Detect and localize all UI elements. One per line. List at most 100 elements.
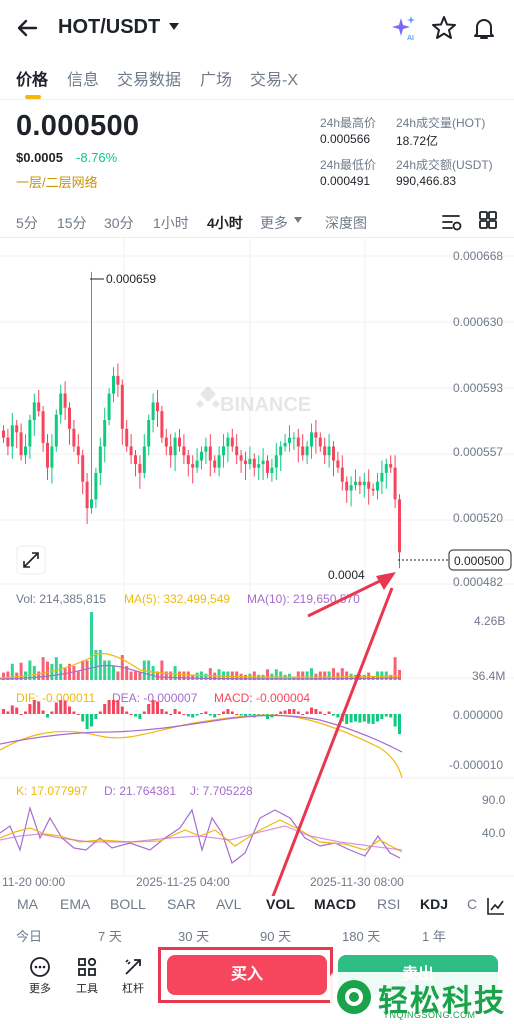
tab-trade-x[interactable]: 交易-X xyxy=(250,66,298,90)
range-1y[interactable]: 1 年 xyxy=(422,926,446,945)
ind-c[interactable]: C xyxy=(467,896,477,912)
interval-bar: 5分 15分 30分 1小时 4小时 更多 深度图 xyxy=(0,206,514,238)
macd-bar xyxy=(248,714,252,715)
interval-15m[interactable]: 15分 xyxy=(57,213,87,233)
ind-ma[interactable]: MA xyxy=(17,896,38,912)
volume-bar xyxy=(186,671,190,680)
indicator-edit-icon[interactable] xyxy=(486,896,506,916)
candle-body xyxy=(376,481,379,491)
depth-chart-tab[interactable]: 深度图 xyxy=(325,213,367,233)
candle-body xyxy=(318,437,322,447)
macd-bar xyxy=(384,714,388,717)
macd-bar xyxy=(85,714,89,729)
interval-4h[interactable]: 4小时 xyxy=(207,213,243,233)
macd-bar xyxy=(230,711,234,714)
macd-bar xyxy=(380,714,384,719)
ind-sar[interactable]: SAR xyxy=(167,896,196,912)
caret-down-icon[interactable] xyxy=(168,20,180,32)
candle-body xyxy=(142,446,146,473)
tools-label: 工具 xyxy=(76,983,98,995)
indicator-settings-icon[interactable] xyxy=(440,210,464,234)
range-90d[interactable]: 90 天 xyxy=(260,926,291,945)
volume-bar xyxy=(85,660,89,680)
candle-body xyxy=(380,472,384,482)
macd-bar xyxy=(178,711,181,714)
range-180d[interactable]: 180 天 xyxy=(342,926,380,945)
macd-tick: -0.000010 xyxy=(449,758,503,772)
candle-body xyxy=(191,464,195,468)
leverage-button[interactable]: 杠杆 xyxy=(113,956,153,996)
k-legend: K: 17.077997 xyxy=(16,784,88,798)
high-label: 24h最高价 xyxy=(320,116,377,130)
candle-body xyxy=(63,393,67,408)
pair-title[interactable]: HOT/USDT xyxy=(58,16,160,39)
tab-info[interactable]: 信息 xyxy=(67,66,99,90)
back-arrow-icon[interactable] xyxy=(14,14,42,42)
candle-body xyxy=(389,464,393,468)
macd-bar xyxy=(195,714,199,716)
macd-bar xyxy=(160,709,164,714)
candle-body xyxy=(332,446,335,461)
ind-vol[interactable]: VOL xyxy=(266,896,295,912)
layout-grid-icon[interactable] xyxy=(478,210,498,230)
leverage-icon xyxy=(125,959,141,975)
macd-bar xyxy=(41,710,45,714)
interval-5m[interactable]: 5分 xyxy=(16,213,38,233)
candle-body xyxy=(129,446,133,456)
more-button[interactable]: 更多 xyxy=(20,956,60,996)
volume-bar xyxy=(46,661,49,680)
ind-ema[interactable]: EMA xyxy=(60,896,90,912)
macd-bar xyxy=(120,706,124,714)
ind-rsi[interactable]: RSI xyxy=(377,896,400,912)
tab-square[interactable]: 广场 xyxy=(200,66,232,90)
interval-1h[interactable]: 1小时 xyxy=(153,213,189,233)
ind-macd[interactable]: MACD xyxy=(314,896,356,912)
tools-button[interactable]: 工具 xyxy=(67,956,107,996)
candle-body xyxy=(252,458,256,468)
vol-tick: 36.4M xyxy=(472,669,505,683)
volume-legend: Vol: 214,385,815 MA(5): 332,499,549 MA(1… xyxy=(16,592,360,606)
volume-bar xyxy=(204,673,208,680)
volume-bar xyxy=(169,671,173,680)
candle-body xyxy=(349,485,353,491)
usd-price: $0.0005 xyxy=(16,150,63,165)
macd-bar xyxy=(371,714,375,724)
expand-icon[interactable] xyxy=(16,545,46,575)
macd-bar xyxy=(235,714,239,715)
ind-boll[interactable]: BOLL xyxy=(110,896,146,912)
range-7d[interactable]: 7 天 xyxy=(98,926,122,945)
candle-body xyxy=(195,460,199,468)
low-label: 24h最低价 xyxy=(320,158,377,172)
bell-icon[interactable] xyxy=(470,14,498,42)
price-chart[interactable]: BINANCE 0.000668 0.000630 0.000593 0.000… xyxy=(0,238,514,896)
range-today[interactable]: 今日 xyxy=(16,926,42,945)
chart-grid xyxy=(0,238,514,877)
more-caret-icon[interactable] xyxy=(293,216,303,224)
ind-avl[interactable]: AVL xyxy=(216,896,241,912)
macd-bar xyxy=(305,711,309,714)
macd-bar xyxy=(151,700,155,714)
volume-bar xyxy=(129,671,133,680)
volume-axis: 4.26B 36.4M xyxy=(472,614,505,683)
candle-body xyxy=(371,488,375,491)
macd-bar xyxy=(279,711,283,714)
range-30d[interactable]: 30 天 xyxy=(178,926,209,945)
star-icon[interactable] xyxy=(430,14,458,42)
macd-bar xyxy=(164,711,168,714)
candle-body xyxy=(367,481,371,489)
ma5-legend: MA(5): 332,499,549 xyxy=(124,592,230,606)
candle-body xyxy=(37,402,41,412)
interval-more[interactable]: 更多 xyxy=(260,213,288,233)
macd-bar xyxy=(393,714,397,727)
tab-price[interactable]: 价格 xyxy=(16,66,48,90)
macd-bar xyxy=(81,714,85,722)
macd-bar xyxy=(68,706,71,714)
ind-kdj[interactable]: KDJ xyxy=(420,896,448,912)
buy-button[interactable]: 买入 xyxy=(167,955,327,995)
dif-line xyxy=(0,714,403,779)
interval-30m[interactable]: 30分 xyxy=(104,213,134,233)
ai-sparkle-icon[interactable]: AI xyxy=(390,14,418,42)
macd-bar xyxy=(98,711,102,714)
tab-trading-data[interactable]: 交易数据 xyxy=(117,66,181,90)
category-tag[interactable]: 一层/二层网络 xyxy=(16,172,98,191)
